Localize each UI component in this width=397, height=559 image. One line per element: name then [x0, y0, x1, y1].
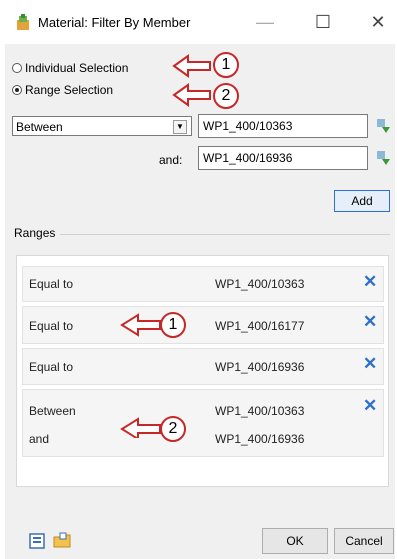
range-operator: Equal to	[29, 319, 74, 333]
and-label: and:	[159, 153, 183, 167]
annotation-2-list: 2	[160, 416, 186, 442]
range-selection-label: Range Selection	[25, 83, 114, 97]
remove-icon[interactable]: ✕	[363, 354, 377, 374]
remove-icon[interactable]: ✕	[363, 396, 377, 416]
annotation-1-list: 1	[160, 312, 186, 338]
range-row[interactable]: Equal to WP1_400/16936 ✕	[22, 348, 384, 385]
range-operator-and: and	[29, 432, 50, 446]
annotation-1-top: 1	[213, 52, 239, 78]
individual-selection-radio[interactable]: Individual Selection	[12, 59, 128, 77]
close-button[interactable]: ✕	[366, 10, 390, 34]
range-value-from: WP1_400/10363	[215, 404, 305, 418]
pick-value-icon[interactable]	[376, 150, 392, 166]
radio-circle[interactable]	[12, 63, 22, 73]
material-icon	[17, 14, 29, 30]
chevron-down-icon[interactable]: ▼	[173, 120, 187, 134]
clipboard-icon[interactable]	[28, 532, 46, 550]
individual-selection-label: Individual Selection	[25, 61, 129, 75]
maximize-button[interactable]: ☐	[311, 10, 335, 34]
radio-circle-checked[interactable]	[12, 85, 22, 95]
remove-icon[interactable]: ✕	[363, 312, 377, 332]
to-value-input[interactable]: WP1_400/16936	[198, 146, 368, 170]
range-row[interactable]: Equal to WP1_400/16177 ✕	[22, 306, 384, 344]
range-value: WP1_400/16936	[215, 360, 305, 374]
minimize-button[interactable]: —	[253, 10, 277, 34]
range-operator: Equal to	[29, 360, 74, 374]
from-value-input[interactable]: WP1_400/10363	[198, 114, 368, 138]
pick-value-icon[interactable]	[376, 118, 392, 134]
range-operator: Equal to	[29, 277, 74, 291]
annotation-2-top: 2	[213, 83, 239, 109]
remove-icon[interactable]: ✕	[363, 272, 377, 292]
add-button[interactable]: Add	[334, 190, 390, 212]
window-title: Material: Filter By Member	[38, 15, 191, 30]
cancel-button[interactable]: Cancel	[334, 528, 394, 554]
range-value: WP1_400/10363	[215, 277, 305, 291]
range-value-to: WP1_400/16936	[215, 432, 305, 446]
range-value: WP1_400/16177	[215, 319, 305, 333]
range-operator: Between	[29, 404, 76, 418]
title-bar: Material: Filter By Member — ☐ ✕	[0, 0, 397, 44]
range-row[interactable]: Between and WP1_400/10363 WP1_400/16936 …	[22, 389, 384, 457]
ok-button[interactable]: OK	[262, 528, 328, 554]
range-selection-radio[interactable]: Range Selection	[12, 81, 113, 99]
divider	[60, 234, 390, 235]
range-row[interactable]: Equal to WP1_400/10363 ✕	[22, 266, 384, 302]
operator-select[interactable]: Between ▼	[12, 116, 192, 136]
folder-icon[interactable]	[53, 532, 71, 550]
ranges-legend: Ranges	[14, 226, 56, 240]
operator-value: Between	[16, 120, 63, 134]
